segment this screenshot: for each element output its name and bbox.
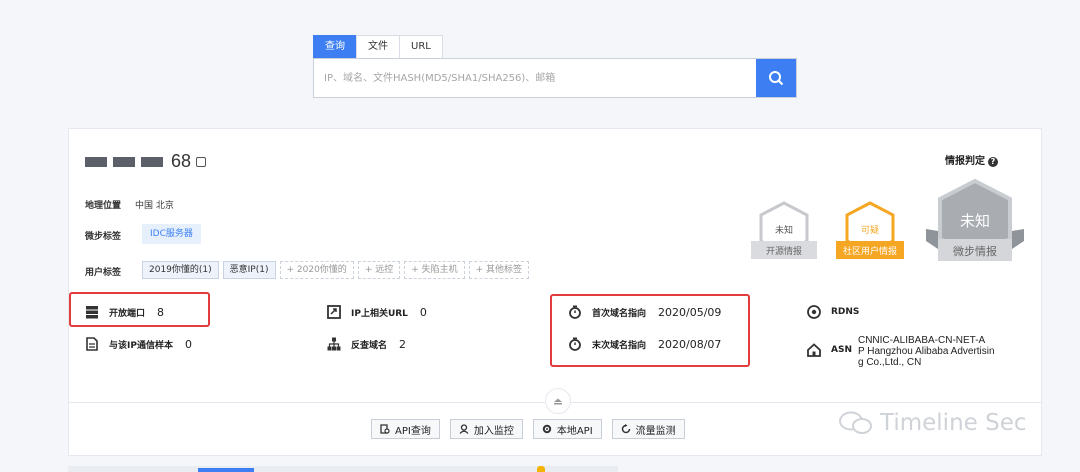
local-api-button[interactable]: 本地API bbox=[532, 419, 602, 439]
open-source-label: 开源情报 bbox=[766, 245, 802, 257]
community-label: 社区用户情报 bbox=[843, 245, 897, 257]
watermark: Timeline Sec bbox=[838, 410, 1027, 436]
reverse-domain-stat[interactable]: 反查域名 2 bbox=[327, 337, 406, 351]
location-label: 地理位置 bbox=[85, 201, 122, 211]
add-tag-button[interactable]: + 2020你懂的 bbox=[279, 261, 354, 279]
house-icon bbox=[807, 343, 821, 357]
tab-file[interactable]: 文件 bbox=[356, 35, 400, 58]
help-icon[interactable]: ? bbox=[988, 157, 998, 167]
add-tag-button[interactable]: + 其他标签 bbox=[468, 261, 530, 279]
search-input[interactable] bbox=[314, 59, 756, 97]
samples-count: 0 bbox=[184, 337, 192, 351]
ip-masked-segment bbox=[85, 156, 107, 167]
verdict-title: 情报判定? bbox=[945, 152, 998, 167]
action-bar: API查询 加入监控 本地API 流量监测 bbox=[371, 419, 695, 439]
add-tag-button[interactable]: + 远控 bbox=[357, 261, 401, 279]
add-monitor-label: 加入监控 bbox=[473, 425, 514, 437]
open-ports-highlight bbox=[69, 292, 210, 327]
collapse-toggle[interactable] bbox=[545, 388, 571, 414]
search-button[interactable] bbox=[756, 59, 796, 97]
ip-report-card: 68 地理位置 中国 北京 微步标签 IDC服务器 用户标签 2019你懂的(1… bbox=[68, 128, 1042, 456]
threatbook-verdict: 未知 bbox=[960, 212, 990, 230]
samples-label: 与该IP通信样本 bbox=[109, 340, 173, 351]
local-api-label: 本地API bbox=[556, 425, 593, 437]
user-plus-icon bbox=[459, 424, 469, 434]
community-badge: 可疑 社区用户情报 bbox=[836, 201, 904, 259]
open-source-badge: 未知 开源情报 bbox=[751, 201, 817, 259]
api-doc-icon bbox=[380, 424, 390, 434]
domain-dates-highlight bbox=[550, 294, 750, 367]
reverse-domain-label: 反查域名 bbox=[351, 340, 388, 351]
user-tags-label: 用户标签 bbox=[85, 268, 122, 278]
verdict-title-text: 情报判定 bbox=[945, 156, 985, 167]
related-url-count: 0 bbox=[419, 305, 427, 319]
add-tag-button[interactable]: + 失陷主机 bbox=[404, 261, 465, 279]
threatbook-badge: 未知 微步情报 bbox=[926, 179, 1024, 261]
next-section-marker bbox=[537, 466, 545, 472]
tab-query[interactable]: 查询 bbox=[313, 35, 357, 58]
ip-suffix: 68 bbox=[171, 151, 192, 171]
api-query-button[interactable]: API查询 bbox=[371, 419, 440, 439]
ip-address: 68 bbox=[85, 151, 207, 172]
open-source-verdict: 未知 bbox=[775, 224, 793, 236]
community-verdict: 可疑 bbox=[861, 225, 879, 236]
user-tag[interactable]: 恶意IP(1) bbox=[222, 261, 276, 279]
watermark-text: Timeline Sec bbox=[880, 410, 1027, 436]
idc-tag: IDC服务器 bbox=[142, 224, 201, 244]
user-tags: 2019你懂的(1) 恶意IP(1) + 2020你懂的 + 远控 + 失陷主机… bbox=[142, 261, 533, 279]
rdns-stat[interactable]: RDNS bbox=[807, 305, 871, 319]
reverse-domain-count: 2 bbox=[399, 337, 407, 351]
ip-masked-segment bbox=[141, 156, 163, 167]
micro-tags-label: 微步标签 bbox=[85, 232, 122, 242]
traffic-monitor-label: 流量监测 bbox=[635, 425, 676, 437]
user-tag[interactable]: 2019你懂的(1) bbox=[142, 261, 219, 279]
api-query-label: API查询 bbox=[395, 425, 431, 437]
next-section-strip bbox=[68, 466, 618, 472]
traffic-monitor-button[interactable]: 流量监测 bbox=[611, 419, 685, 439]
network-icon bbox=[807, 305, 821, 319]
asn-label: ASN bbox=[831, 345, 852, 355]
next-section-accent bbox=[198, 468, 254, 472]
asn-stat: ASN CNNIC-ALIBABA-CN-NET-A P Hangzhou Al… bbox=[807, 335, 995, 368]
search-tabs: 查询 文件 URL bbox=[313, 35, 443, 58]
collapse-icon bbox=[554, 398, 562, 405]
location-value: 中国 北京 bbox=[135, 201, 174, 211]
document-icon bbox=[86, 337, 98, 351]
asn-line: g Co.,Ltd., CN bbox=[857, 357, 922, 368]
link-icon bbox=[327, 305, 341, 319]
samples-stat[interactable]: 与该IP通信样本 0 bbox=[85, 337, 192, 351]
gear-icon bbox=[542, 424, 552, 434]
wechat-icon bbox=[839, 411, 872, 434]
refresh-icon bbox=[621, 424, 630, 434]
asn-line: P Hangzhou Alibaba Advertisin bbox=[857, 346, 995, 357]
copy-icon[interactable] bbox=[196, 156, 207, 167]
search-icon bbox=[769, 71, 784, 86]
related-url-stat[interactable]: IP上相关URL 0 bbox=[327, 305, 427, 319]
search-box bbox=[313, 58, 797, 98]
related-url-label: IP上相关URL bbox=[351, 308, 408, 319]
asn-line: CNNIC-ALIBABA-CN-NET-A bbox=[857, 335, 986, 346]
add-monitor-button[interactable]: 加入监控 bbox=[449, 419, 523, 439]
tab-url[interactable]: URL bbox=[399, 35, 443, 58]
ip-masked-segment bbox=[113, 156, 135, 167]
rdns-label: RDNS bbox=[831, 307, 860, 317]
asn-value: CNNIC-ALIBABA-CN-NET-A P Hangzhou Alibab… bbox=[858, 335, 995, 368]
hierarchy-icon bbox=[327, 337, 341, 351]
threatbook-label: 微步情报 bbox=[953, 244, 997, 258]
